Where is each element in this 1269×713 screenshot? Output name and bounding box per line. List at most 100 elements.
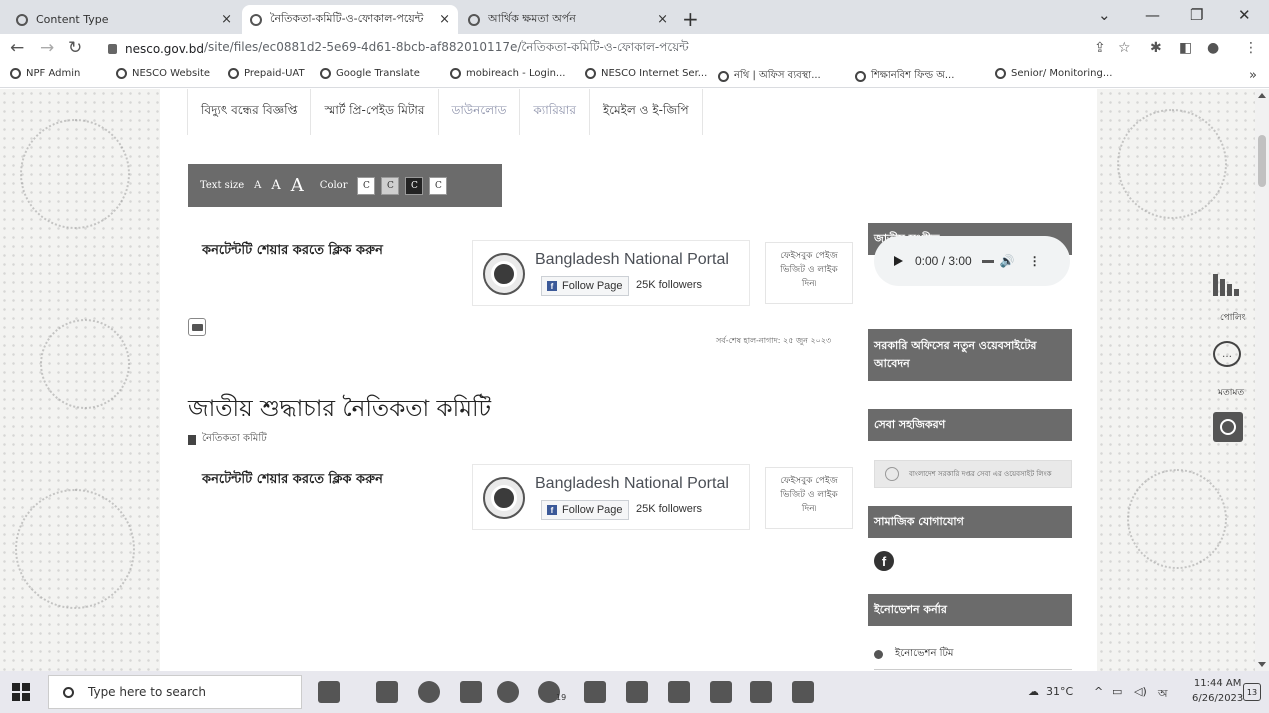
sidepanel-icon[interactable]: ◧ [1179,40,1192,56]
color-dark-button[interactable]: C [405,176,424,195]
app-icon[interactable] [497,681,519,703]
feedback-label[interactable]: মতামত [1218,385,1244,400]
fb-visit-note[interactable]: ফেইসবুক পেইজ ভিজিট ও লাইক দিন৷ [765,242,853,304]
maximize-button[interactable]: ❐ [1190,6,1203,24]
mail-icon[interactable] [460,681,482,703]
browser-menu-icon[interactable]: ⋮ [1244,40,1258,56]
scroll-down-icon[interactable] [1258,662,1266,667]
pattern-motif [1117,109,1227,219]
anthem-audio-player[interactable]: 0:00 / 3:00 🔊 ⋮ [874,236,1070,286]
feedback-icon[interactable]: … [1213,341,1241,367]
tab-content-type[interactable]: Content Type × [8,5,240,34]
weather-temp[interactable]: 31°C [1046,685,1073,698]
tab-financial-power[interactable]: আর্থিক ক্ষমতা অর্পন × [460,5,676,34]
briefcase-app-icon[interactable] [318,681,340,703]
follow-page-button[interactable]: f Follow Page [541,500,629,520]
bookmark-favicon-icon [10,68,21,79]
close-tab-icon[interactable]: × [657,12,668,27]
bookmark-label: Google Translate [336,68,420,79]
fb-visit-note[interactable]: ফেইসবুক পেইজ ভিজিট ও লাইক দিন৷ [765,467,853,529]
profile-avatar[interactable]: ● [1207,40,1219,56]
weather-icon[interactable]: ☁ [1028,685,1039,698]
scroll-thumb[interactable] [1258,135,1266,187]
accessibility-icon[interactable] [1213,412,1243,442]
menu-tab-career[interactable]: ক্যারিয়ার [520,89,590,135]
share-icon[interactable]: ⇪ [1094,40,1106,56]
scroll-up-icon[interactable] [1258,93,1266,98]
volume-icon[interactable]: ◁) [1134,685,1147,698]
close-window-button[interactable]: ✕ [1238,6,1251,24]
audio-menu-icon[interactable]: ⋮ [1029,254,1041,268]
service-banner[interactable]: বাংলাদেশ সরকারি দপ্তর সেবা এর ওয়েবসাইট … [874,460,1072,488]
bookmark-favicon-icon [995,68,1006,79]
tab-ethics-committee[interactable]: নৈতিকতা-কমিটি-ও-ফোকাল-পয়েন্ট × [242,5,458,34]
tray-expand-icon[interactable]: ^ [1094,685,1103,698]
poll-label[interactable]: পোলিং [1220,310,1246,325]
spreadsheet-app-icon[interactable] [750,681,772,703]
extensions-icon[interactable]: ✱ [1150,40,1162,56]
innovation-team-link[interactable]: ইনোভেশন টিম [874,646,1072,670]
poll-icon[interactable] [1213,274,1249,296]
tab-search-icon[interactable]: ⌄ [1098,6,1111,24]
bookmark-prepaid-uat[interactable]: Prepaid-UAT [228,68,305,79]
facebook-icon: f [547,281,557,291]
menu-tab-outage-notice[interactable]: বিদ্যুৎ বন্ধের বিজ্ঞপ্তি [188,89,312,135]
volume-slider[interactable] [981,259,994,263]
bookmark-mobireach[interactable]: mobireach - Login... [450,68,565,79]
text-size-small-button[interactable]: A [254,180,261,191]
windows-start-button[interactable] [12,683,30,701]
print-icon[interactable] [188,318,206,336]
minimize-button[interactable]: — [1145,6,1160,24]
system-clock[interactable]: 11:44 AM 6/26/2023 [1192,676,1243,706]
facebook-icon: f [547,505,557,515]
fb-page-title[interactable]: Bangladesh National Portal [535,251,729,269]
new-tab-button[interactable]: + [682,7,699,31]
bookmark-star-icon[interactable]: ☆ [1118,40,1131,56]
close-tab-icon[interactable]: × [221,12,232,27]
bookmark-senior-monitoring[interactable]: Senior/ Monitoring... [995,68,1112,79]
taskbar-search-box[interactable]: Type here to search [48,675,302,709]
language-icon[interactable]: অ [1158,685,1168,704]
menu-tab-smart-meter[interactable]: স্মার্ট প্রি-পেইড মিটার [311,89,439,135]
bookmark-nesco-internet[interactable]: NESCO Internet Ser... [585,68,707,79]
new-website-heading[interactable]: সরকারি অফিসের নতুন ওয়েবসাইটের আবেদন [868,329,1072,381]
volume-icon[interactable]: 🔊 [1000,254,1015,268]
excel-icon[interactable] [710,681,732,703]
text-size-medium-button[interactable]: A [271,178,280,193]
file-explorer-icon[interactable] [376,681,398,703]
back-button[interactable]: ← [10,38,24,58]
play-icon[interactable] [894,256,903,266]
color-white-button[interactable]: C [357,176,376,195]
bookmark-trainee-field[interactable]: শিক্ষানবিশ ফিল্ড অ... [855,68,954,85]
more-bookmarks-icon[interactable]: » [1249,68,1257,83]
bookmark-google-translate[interactable]: Google Translate [320,68,420,79]
bookmark-nothi[interactable]: নথি | অফিস ব্যবস্থা... [718,68,821,85]
reload-button[interactable]: ↻ [68,38,82,58]
followers-count: 25K followers [636,279,703,291]
network-app-icon[interactable] [584,681,606,703]
color-contrast-button[interactable]: C [429,176,448,195]
bookmark-nesco-website[interactable]: NESCO Website [116,68,210,79]
bookmark-favicon-icon [718,71,729,82]
notification-center-icon[interactable]: 13 [1243,683,1261,701]
word-icon[interactable] [792,681,814,703]
bookmark-favicon-icon [116,68,127,79]
bookmark-npf-admin[interactable]: NPF Admin [10,68,80,79]
url-field[interactable]: nesco.gov.bd /site/files/ec0881d2-5e69-4… [108,37,1148,61]
app-icon[interactable] [626,681,648,703]
close-tab-icon[interactable]: × [439,12,450,27]
subpage-link[interactable]: নৈতিকতা কমিটি [188,431,267,448]
facebook-icon[interactable]: f [874,551,894,571]
network-icon[interactable]: ▭ [1112,685,1122,698]
menu-tab-download[interactable]: ডাউনলোড [438,89,521,135]
forward-button[interactable]: → [40,38,54,58]
color-gray-button[interactable]: C [381,176,400,195]
text-size-large-button[interactable]: A [291,175,304,196]
app-icon[interactable] [668,681,690,703]
page-scrollbar[interactable] [1255,89,1269,671]
chrome-icon[interactable] [418,681,440,703]
menu-tab-email-egp[interactable]: ইমেইল ও ই-জিপি [589,89,703,135]
accessibility-bar: Text size A A A Color C C C C [188,164,502,207]
fb-page-title[interactable]: Bangladesh National Portal [535,475,729,493]
follow-page-button[interactable]: f Follow Page [541,276,629,296]
